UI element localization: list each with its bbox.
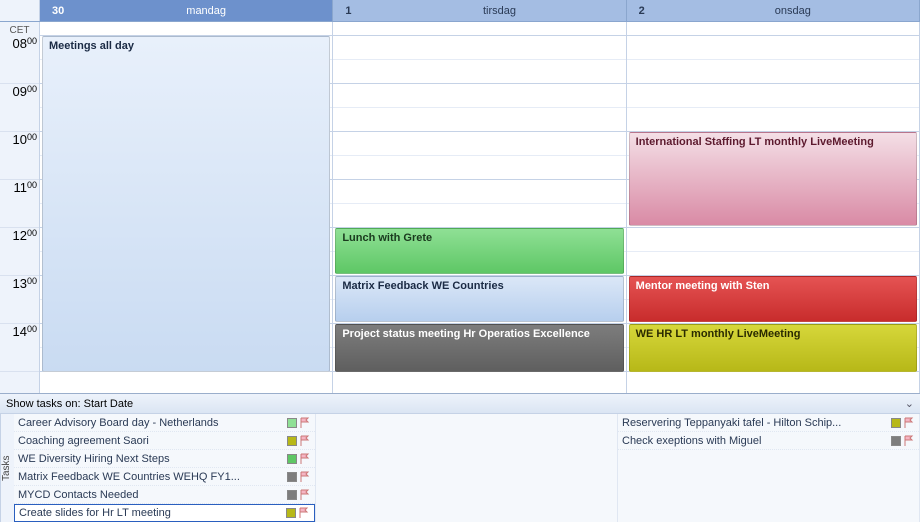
tasks-panel: Show tasks on: Start Date ⌄ Tasks Career… [0, 393, 920, 522]
task-col-tue [316, 414, 618, 522]
calendar-view: 30 mandag 1 tirsdag 2 onsdag CET 0800 09… [0, 0, 920, 522]
event-project-status[interactable]: Project status meeting Hr Operatios Exce… [335, 324, 623, 372]
day-number: 2 [639, 5, 679, 17]
event-wehr-lt[interactable]: WE HR LT monthly LiveMeeting [629, 324, 917, 372]
category-icon [891, 418, 901, 428]
tasks-header[interactable]: Show tasks on: Start Date ⌄ [0, 394, 920, 414]
task-col-mon: Career Advisory Board day - Netherlands … [14, 414, 316, 522]
task-row[interactable]: Coaching agreement Saori [14, 432, 315, 450]
task-col-wed: Reservering Teppanyaki tafel - Hilton Sc… [618, 414, 920, 522]
task-label: Matrix Feedback WE Countries WEHQ FY1... [18, 471, 285, 483]
flag-icon[interactable] [299, 453, 311, 465]
event-title: WE HR LT monthly LiveMeeting [636, 328, 801, 340]
day-header-mon[interactable]: 30 mandag [40, 0, 333, 21]
category-icon [287, 418, 297, 428]
task-label: Reservering Teppanyaki tafel - Hilton Sc… [622, 417, 889, 429]
flag-icon[interactable] [299, 417, 311, 429]
task-row-selected[interactable]: Create slides for Hr LT meeting [14, 504, 315, 522]
flag-icon[interactable] [903, 417, 915, 429]
time-slot-14: 1400 [0, 324, 39, 372]
category-icon [891, 436, 901, 446]
event-title: Project status meeting Hr Operatios Exce… [342, 328, 590, 340]
time-slot-09: 0900 [0, 84, 39, 132]
day-name: tirsdag [385, 5, 613, 17]
event-title: Meetings all day [49, 40, 134, 52]
event-lunch-grete[interactable]: Lunch with Grete [335, 228, 623, 274]
time-slot-11: 1100 [0, 180, 39, 228]
category-icon [287, 454, 297, 464]
day-number: 1 [345, 5, 385, 17]
event-title: Lunch with Grete [342, 232, 432, 244]
event-mentor-sten[interactable]: Mentor meeting with Sten [629, 276, 917, 322]
task-row[interactable]: Check exeptions with Miguel [618, 432, 919, 450]
event-title: Mentor meeting with Sten [636, 280, 770, 292]
category-icon [287, 436, 297, 446]
event-title: Matrix Feedback WE Countries [342, 280, 503, 292]
category-icon [286, 508, 296, 518]
task-label: MYCD Contacts Needed [18, 489, 285, 501]
day-header-tue[interactable]: 1 tirsdag [333, 0, 626, 21]
day-col-mon[interactable]: Meetings all day [40, 36, 333, 393]
tasks-side-label: Tasks [0, 414, 14, 522]
event-meetings-all-day[interactable]: Meetings all day [42, 36, 330, 372]
flag-icon[interactable] [299, 435, 311, 447]
expand-chevron-icon[interactable]: ⌄ [905, 397, 914, 410]
header-spacer [0, 0, 40, 21]
task-label: WE Diversity Hiring Next Steps [18, 453, 285, 465]
tz-spacer [333, 22, 626, 36]
timezone-row: CET [0, 22, 920, 36]
flag-icon[interactable] [299, 471, 311, 483]
task-label: Career Advisory Board day - Netherlands [18, 417, 285, 429]
days-container: Meetings all day Lunch with Grete Matrix… [40, 36, 920, 393]
task-row[interactable]: WE Diversity Hiring Next Steps [14, 450, 315, 468]
timezone-label: CET [0, 22, 40, 36]
time-slot-08: 0800 [0, 36, 39, 84]
time-gutter: 0800 0900 1000 1100 1200 1300 1400 [0, 36, 40, 393]
day-col-tue[interactable]: Lunch with Grete Matrix Feedback WE Coun… [333, 36, 626, 393]
day-col-wed[interactable]: International Staffing LT monthly LiveMe… [627, 36, 920, 393]
task-row[interactable]: Matrix Feedback WE Countries WEHQ FY1... [14, 468, 315, 486]
time-slot-10: 1000 [0, 132, 39, 180]
category-icon [287, 472, 297, 482]
task-row[interactable]: Career Advisory Board day - Netherlands [14, 414, 315, 432]
calendar-grid: 0800 0900 1000 1100 1200 1300 1400 Meeti… [0, 36, 920, 393]
event-matrix-feedback[interactable]: Matrix Feedback WE Countries [335, 276, 623, 322]
tasks-body: Tasks Career Advisory Board day - Nether… [0, 414, 920, 522]
day-header-wed[interactable]: 2 onsdag [627, 0, 920, 21]
day-header-row: 30 mandag 1 tirsdag 2 onsdag [0, 0, 920, 22]
tz-spacer [40, 22, 333, 36]
flag-icon[interactable] [298, 507, 310, 519]
task-label: Check exeptions with Miguel [622, 435, 889, 447]
flag-icon[interactable] [903, 435, 915, 447]
task-label: Coaching agreement Saori [18, 435, 285, 447]
day-name: mandag [92, 5, 320, 17]
day-name: onsdag [679, 5, 907, 17]
time-slot-13: 1300 [0, 276, 39, 324]
tasks-header-label: Show tasks on: Start Date [6, 398, 133, 410]
time-slot-12: 1200 [0, 228, 39, 276]
day-number: 30 [52, 5, 92, 17]
event-intl-staffing[interactable]: International Staffing LT monthly LiveMe… [629, 132, 917, 226]
tz-spacer [627, 22, 920, 36]
task-label: Create slides for Hr LT meeting [19, 507, 284, 519]
flag-icon[interactable] [299, 489, 311, 501]
task-row[interactable]: Reservering Teppanyaki tafel - Hilton Sc… [618, 414, 919, 432]
category-icon [287, 490, 297, 500]
task-row[interactable]: MYCD Contacts Needed [14, 486, 315, 504]
event-title: International Staffing LT monthly LiveMe… [636, 136, 874, 148]
tasks-columns: Career Advisory Board day - Netherlands … [14, 414, 920, 522]
